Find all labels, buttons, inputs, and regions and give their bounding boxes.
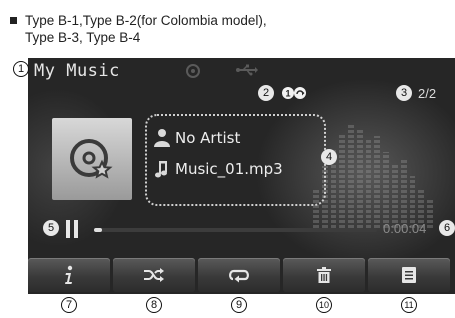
screen-title: My Music (34, 61, 120, 81)
repeat-icon (229, 269, 249, 283)
callout-10: 10 (316, 297, 332, 313)
list-button[interactable] (368, 258, 450, 292)
music-note-icon (155, 161, 167, 178)
elapsed-time: 0:00:04 (383, 221, 427, 236)
callout-3: 3 (396, 85, 412, 101)
caption-line-2: Type B-3, Type B-4 (25, 30, 141, 45)
disc-icon (186, 64, 200, 78)
info-icon (65, 265, 73, 284)
callout-9: 9 (231, 297, 247, 313)
pause-icon[interactable] (66, 220, 80, 238)
manual-caption: Type B-1,Type B-2(for Colombia model), T… (10, 12, 450, 46)
repeat-button[interactable] (198, 258, 280, 292)
caption-line-1: Type B-1,Type B-2(for Colombia model), (25, 13, 267, 28)
shuffle-icon (144, 268, 164, 282)
disc-star-icon (70, 139, 113, 179)
music-player-screen: My Music 1 2/2 No Artist Music_01.mp3 0:… (28, 58, 455, 294)
equalizer-graphic (313, 118, 433, 228)
file-name: Music_01.mp3 (175, 160, 283, 178)
usb-icon (236, 64, 260, 78)
callout-6: 6 (439, 220, 455, 236)
bullet-icon (10, 17, 17, 24)
svg-text:1: 1 (285, 89, 290, 99)
person-icon (154, 129, 170, 147)
progress-fill (94, 228, 103, 232)
control-button-bar (28, 256, 455, 294)
callout-2: 2 (258, 85, 274, 101)
artist-name: No Artist (175, 129, 241, 147)
repeat-one-icon: 1 (281, 86, 307, 100)
callout-5: 5 (43, 220, 59, 236)
info-button[interactable] (28, 258, 110, 292)
file-row: Music_01.mp3 (153, 159, 283, 179)
delete-button[interactable] (283, 258, 365, 292)
progress-bar[interactable] (94, 228, 377, 232)
track-count: 2/2 (418, 86, 437, 101)
album-art (52, 118, 132, 200)
callout-11: 11 (401, 297, 417, 313)
callout-4: 4 (321, 149, 337, 165)
list-icon (402, 267, 416, 283)
shuffle-button[interactable] (113, 258, 195, 292)
callout-7: 7 (61, 297, 77, 313)
callout-1: 1 (13, 61, 29, 77)
track-info-box: No Artist Music_01.mp3 (145, 114, 326, 206)
trash-icon (317, 267, 331, 283)
artist-row: No Artist (153, 128, 240, 148)
callout-8: 8 (146, 297, 162, 313)
